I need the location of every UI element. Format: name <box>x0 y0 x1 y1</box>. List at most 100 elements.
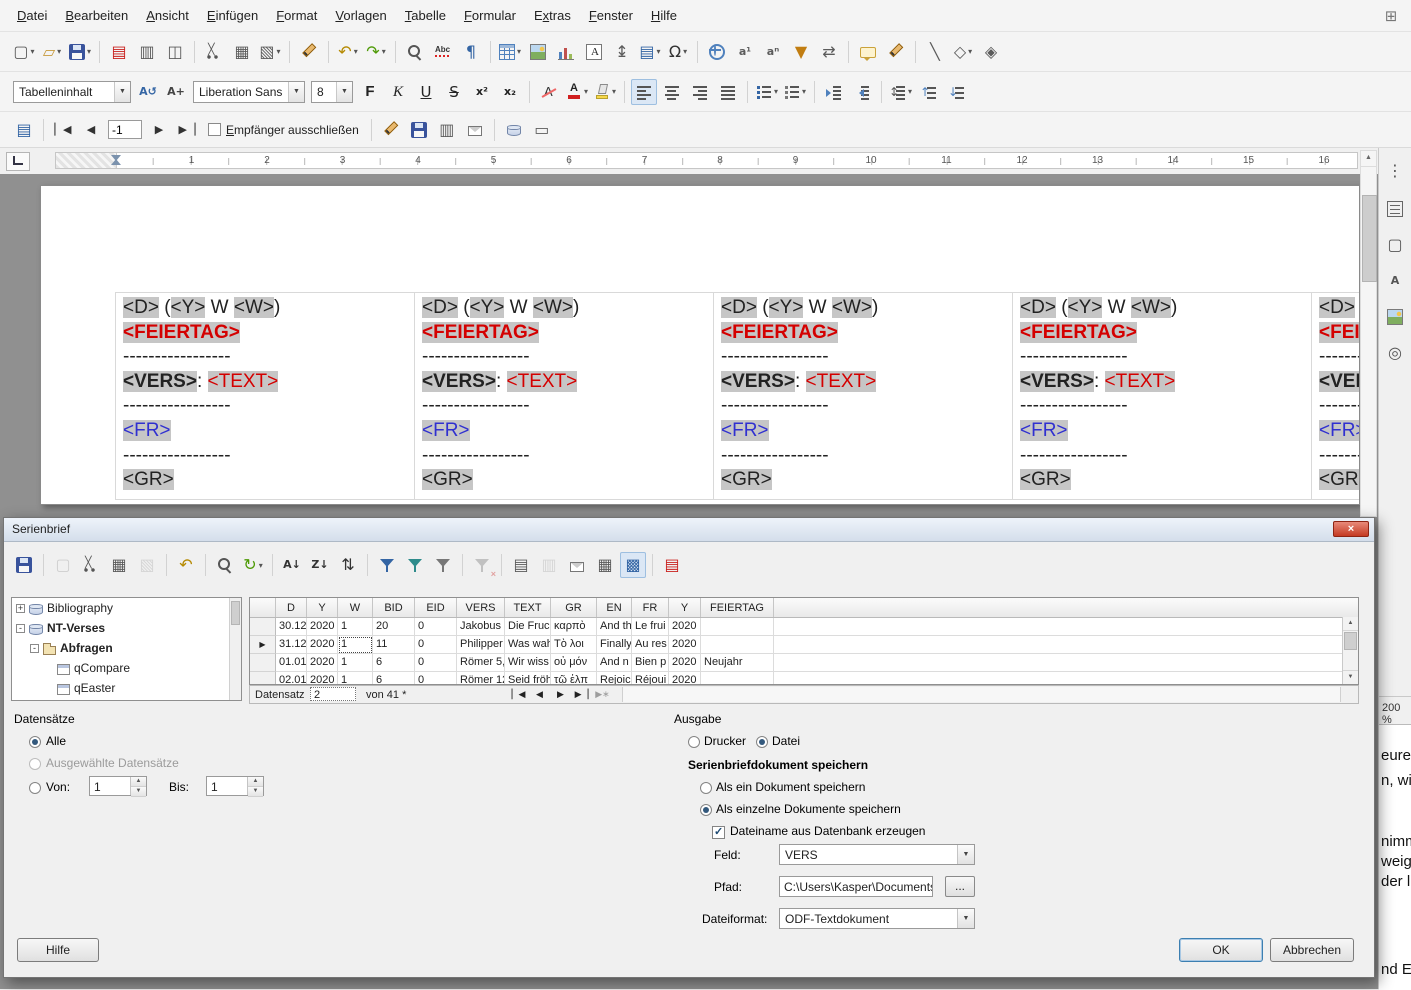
subscript-button[interactable]: x₂ <box>497 79 523 105</box>
cut-button[interactable] <box>201 39 227 65</box>
apply-filter-button[interactable] <box>402 552 428 578</box>
row-header[interactable] <box>250 672 276 685</box>
tree-expander-icon[interactable]: - <box>16 624 25 633</box>
chevron-down-icon[interactable]: ▼ <box>114 82 130 102</box>
align-right-button[interactable] <box>687 79 713 105</box>
column-header-y[interactable]: Y <box>307 598 338 617</box>
styles-deck-button[interactable]: A <box>1382 268 1408 294</box>
undo-button[interactable]: ↶▾ <box>335 39 361 65</box>
edit-individual-documents-button[interactable] <box>378 117 404 143</box>
para-space-increase-button[interactable] <box>916 79 942 105</box>
table-cell[interactable]: 11 <box>373 636 415 654</box>
record-number-input[interactable] <box>108 120 142 139</box>
current-record-input[interactable]: 2 <box>310 687 356 701</box>
table-cell[interactable]: 20 <box>373 618 415 636</box>
document-page[interactable]: <D> (<Y> W <W>)<FEIERTAG>---------------… <box>40 185 1360 505</box>
table-cell[interactable]: 6 <box>373 672 415 685</box>
bold-button[interactable]: F <box>357 79 383 105</box>
chevron-down-icon[interactable]: ▾ <box>277 47 281 56</box>
zoom-level[interactable]: 200 % <box>1379 696 1411 726</box>
italic-button[interactable]: K <box>385 79 411 105</box>
column-header-eid[interactable]: EID <box>415 598 457 617</box>
previous-record-button[interactable]: ◀ <box>529 687 550 702</box>
cut-button[interactable] <box>78 552 104 578</box>
data-to-fields-button[interactable]: ▥ <box>536 552 562 578</box>
save-button[interactable]: ▾ <box>67 39 93 65</box>
column-header-feiertag[interactable]: FEIERTAG <box>701 598 774 617</box>
tree-item-bibliography[interactable]: +Bibliography <box>12 598 241 618</box>
menu-item-datei[interactable]: Datei <box>8 1 56 31</box>
refresh-button[interactable]: ↻▾ <box>240 552 266 578</box>
file-format-select[interactable]: ODF-Textdokument ▼ <box>779 908 975 929</box>
menu-item-extras[interactable]: Extras <box>525 1 580 31</box>
label-cell[interactable]: <D> (<Y> W <W>)<FEIERTAG>---------------… <box>713 293 1012 499</box>
document-vertical-scrollbar[interactable]: ▲ <box>1360 150 1377 517</box>
page-break-button[interactable]: ↨ <box>609 39 635 65</box>
save-single-document-radio[interactable] <box>700 782 712 794</box>
strikethrough-button[interactable]: S <box>441 79 467 105</box>
decrease-indent-button[interactable] <box>849 79 875 105</box>
current-document-data-source-button[interactable]: ▦ <box>592 552 618 578</box>
save-individual-documents-radio[interactable] <box>700 804 712 816</box>
first-record-button[interactable]: ▏◀ <box>50 117 76 143</box>
table-cell[interactable]: Finally <box>597 636 632 654</box>
stepper-arrows[interactable]: ▲▼ <box>247 777 263 795</box>
close-icon[interactable]: × <box>1333 521 1369 537</box>
table-cell[interactable] <box>701 618 774 636</box>
navigator-deck-button[interactable]: ◎ <box>1382 340 1408 366</box>
last-record-button[interactable]: ▶▕ <box>571 687 592 702</box>
insert-image-button[interactable] <box>525 39 551 65</box>
records-all-label[interactable]: Alle <box>46 734 66 748</box>
table-cell[interactable]: And n <box>597 654 632 672</box>
menu-item-vorlagen[interactable]: Vorlagen <box>326 1 395 31</box>
menu-item-hilfe[interactable]: Hilfe <box>642 1 686 31</box>
table-vertical-scrollbar[interactable]: ▲ ▼ <box>1342 617 1358 684</box>
column-header-gr[interactable]: GR <box>551 598 597 617</box>
table-cell[interactable]: Bien p <box>632 654 669 672</box>
column-header-bid[interactable]: BID <box>373 598 415 617</box>
help-button[interactable]: Hilfe <box>17 938 99 962</box>
copy-button[interactable]: ▦ <box>229 39 255 65</box>
clear-formatting-button[interactable] <box>536 79 562 105</box>
spelling-button[interactable] <box>430 39 456 65</box>
para-space-decrease-button[interactable] <box>944 79 970 105</box>
table-cell[interactable]: 1 <box>338 636 373 654</box>
column-header-en[interactable]: EN <box>597 598 632 617</box>
horizontal-ruler[interactable]: 12345678910111213141516 <box>55 152 1358 169</box>
save-merged-documents-button[interactable] <box>406 117 432 143</box>
mail-merge-source-button[interactable]: ▤ <box>11 117 37 143</box>
table-cell[interactable]: οὐ μόν <box>551 654 597 672</box>
records-all-radio[interactable] <box>29 736 41 748</box>
properties-deck-button[interactable] <box>1382 196 1408 222</box>
endnote-button[interactable]: aⁿ <box>760 39 786 65</box>
insert-textbox-button[interactable] <box>581 39 607 65</box>
table-cell[interactable]: 1 <box>338 654 373 672</box>
reset-filter-button[interactable]: × <box>469 552 495 578</box>
mail-merge-button[interactable] <box>564 552 590 578</box>
exclude-recipient-checkbox[interactable]: Empfänger ausschließen <box>208 123 359 137</box>
chevron-down-icon[interactable]: ▼ <box>957 845 974 864</box>
superscript-button[interactable]: x² <box>469 79 495 105</box>
column-header-d[interactable]: D <box>276 598 307 617</box>
column-header-fr[interactable]: FR <box>632 598 669 617</box>
table-cell[interactable]: 2020 <box>669 672 701 685</box>
output-file-label[interactable]: Datei <box>772 734 800 748</box>
draw-functions-button[interactable]: ◈ <box>978 39 1004 65</box>
formatting-marks-button[interactable]: ¶ <box>458 39 484 65</box>
table-cell[interactable]: 0 <box>415 618 457 636</box>
row-header[interactable] <box>250 654 276 672</box>
tree-item-qcompare[interactable]: qCompare <box>12 658 241 678</box>
explorer-toggle-button[interactable]: ▩ <box>620 552 646 578</box>
exchange-database-button[interactable] <box>501 117 527 143</box>
highlight-color-button[interactable]: ▾ <box>592 79 618 105</box>
tree-item-qeaster[interactable]: qEaster <box>12 678 241 698</box>
hyperlink-button[interactable] <box>704 39 730 65</box>
align-left-button[interactable] <box>631 79 657 105</box>
table-cell[interactable]: 2020 <box>669 654 701 672</box>
sort-button[interactable]: ⇅ <box>335 552 361 578</box>
menu-item-format[interactable]: Format <box>267 1 326 31</box>
label-cell[interactable]: <D> (<Y> W <W>)<FEIERTAG>---------------… <box>115 293 414 499</box>
row-header[interactable] <box>250 618 276 636</box>
track-changes-button[interactable] <box>883 39 909 65</box>
chevron-down-icon[interactable]: ▾ <box>584 87 588 96</box>
